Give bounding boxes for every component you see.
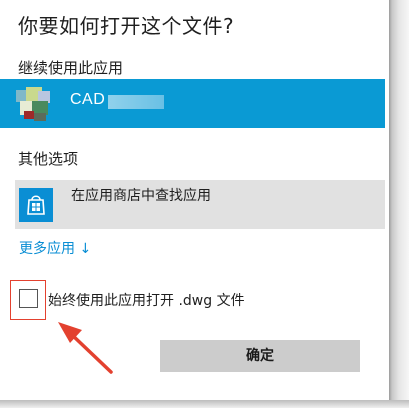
red-arrow-icon	[58, 322, 113, 374]
window-shadow-bottom	[0, 400, 409, 408]
window-shadow-right	[389, 0, 409, 408]
